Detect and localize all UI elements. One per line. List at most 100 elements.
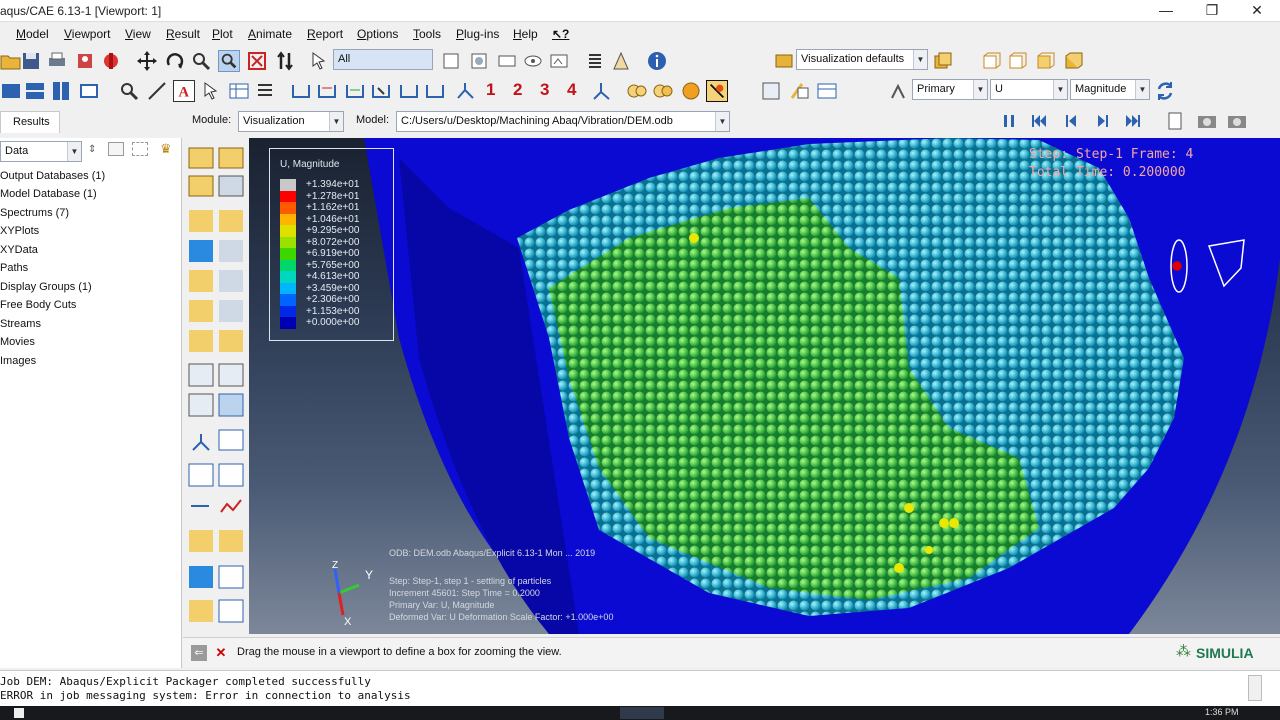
tree-item-display-groups[interactable]: Display Groups (1) <box>0 281 92 293</box>
tile-horizontal-icon[interactable] <box>24 80 46 102</box>
auto-fit-icon[interactable] <box>246 50 268 72</box>
view-side-icon[interactable] <box>1062 50 1084 72</box>
menu-result[interactable]: Result <box>166 27 200 41</box>
step-2-button[interactable]: 2 <box>513 80 522 100</box>
camera-icon[interactable] <box>1196 110 1218 132</box>
model-combo[interactable]: C:/Users/u/Desktop/Machining Abaq/Vibrat… <box>396 111 730 132</box>
lightbulb-icon[interactable]: ♛ <box>160 141 172 157</box>
pause-icon[interactable] <box>998 110 1020 132</box>
output-type-combo[interactable]: Primary ▼ <box>912 79 988 100</box>
menu-view[interactable]: View <box>125 27 151 41</box>
context-help-icon[interactable]: ↖? <box>552 27 569 41</box>
view-top-icon[interactable] <box>1034 50 1056 72</box>
tree-filter-combo[interactable]: Data ▼ <box>0 141 82 162</box>
sort-arrows-icon[interactable]: ⇕ <box>88 144 96 155</box>
selection-options-icon[interactable] <box>496 50 518 72</box>
symbol-plot-icon[interactable] <box>370 80 392 102</box>
next-frame-icon[interactable] <box>1092 110 1114 132</box>
menu-report[interactable]: Report <box>307 27 343 41</box>
material-orientation-icon[interactable] <box>398 80 420 102</box>
tree-item-streams[interactable]: Streams <box>0 318 41 330</box>
refresh-icon[interactable] <box>1154 80 1176 102</box>
menu-help[interactable]: Help <box>513 27 538 41</box>
last-frame-icon[interactable] <box>1122 110 1144 132</box>
shaded-icon[interactable] <box>680 80 702 102</box>
annotate-text-icon[interactable]: A <box>173 80 195 102</box>
tree-item-xyplots[interactable]: XYPlots <box>0 225 39 237</box>
contour-plot-icon[interactable] <box>344 80 366 102</box>
tree-item-movies[interactable]: Movies <box>0 336 35 348</box>
first-frame-icon[interactable] <box>1028 110 1050 132</box>
step-3-button[interactable]: 3 <box>540 80 549 100</box>
deformed-shape-icon[interactable] <box>316 80 338 102</box>
menu-model[interactable]: Model <box>16 27 49 41</box>
allow-multiple-plots-icon[interactable] <box>424 80 446 102</box>
module-combo[interactable]: Visualization ▼ <box>238 111 344 132</box>
view-iso-icon[interactable] <box>980 50 1002 72</box>
show-icon[interactable] <box>522 50 544 72</box>
superimpose-icon[interactable] <box>932 50 954 72</box>
step-frame-icon[interactable] <box>816 80 838 102</box>
selection-filter-combo[interactable]: All <box>333 49 433 70</box>
tree-item-model-database[interactable]: Model Database (1) <box>0 188 97 200</box>
minimize-button[interactable]: — <box>1143 0 1189 22</box>
field-output-icon[interactable] <box>788 80 810 102</box>
pan-icon[interactable] <box>136 50 158 72</box>
variable-combo[interactable]: U ▼ <box>990 79 1068 100</box>
open-folder-icon[interactable] <box>0 50 22 72</box>
tree-item-xydata[interactable]: XYData <box>0 244 38 256</box>
rotate-icon[interactable] <box>164 50 186 72</box>
tree-item-output-databases[interactable]: Output Databases (1) <box>0 170 105 182</box>
menu-viewport[interactable]: Viewport <box>64 27 110 41</box>
back-arrow-icon[interactable]: ⇐ <box>191 645 207 661</box>
visualization-defaults-combo[interactable]: Visualization defaults ▼ <box>796 49 928 70</box>
save-icon[interactable] <box>20 50 42 72</box>
step-4-button[interactable]: 4 <box>567 80 576 100</box>
tree-expand-icon[interactable] <box>108 142 124 156</box>
layout-icon[interactable] <box>0 80 22 102</box>
tree-item-spectrums[interactable]: Spectrums (7) <box>0 207 69 219</box>
cancel-x-icon[interactable]: ✕ <box>213 645 229 661</box>
arrow-icon[interactable] <box>200 80 222 102</box>
results-tab[interactable]: Results <box>0 111 60 133</box>
layers-icon[interactable] <box>610 50 632 72</box>
invariant-combo[interactable]: Magnitude ▼ <box>1070 79 1150 100</box>
list-icon[interactable] <box>584 50 606 72</box>
selection-box-icon[interactable] <box>440 50 462 72</box>
job-icon[interactable] <box>74 50 96 72</box>
previous-frame-icon[interactable] <box>1060 110 1082 132</box>
tree-item-images[interactable]: Images <box>0 355 36 367</box>
movie-camera-icon[interactable] <box>1226 110 1248 132</box>
magnify-icon[interactable] <box>190 50 212 72</box>
coordinate-system-icon[interactable] <box>590 80 612 102</box>
menu-plot[interactable]: Plot <box>212 27 233 41</box>
tile-vertical-icon[interactable] <box>50 80 72 102</box>
taskbar-app-abaqus[interactable] <box>620 707 664 719</box>
box-zoom-icon[interactable] <box>218 50 240 72</box>
selection-region-icon[interactable] <box>468 50 490 72</box>
toolbox-icon-grid[interactable] <box>188 147 244 623</box>
query-icon[interactable] <box>100 50 122 72</box>
step-1-button[interactable]: 1 <box>486 80 495 100</box>
cascade-icon[interactable] <box>78 80 100 102</box>
measure-icon[interactable] <box>146 80 168 102</box>
menu-tools[interactable]: Tools <box>413 27 441 41</box>
windows-start-icon[interactable] <box>14 708 24 718</box>
maximize-button[interactable]: ❐ <box>1189 0 1235 22</box>
viewport[interactable]: U, Magnitude +1.394e+01 +1.278e+01 +1.162e… <box>249 138 1280 634</box>
list-detail-icon[interactable] <box>254 80 276 102</box>
menu-animate[interactable]: Animate <box>248 27 292 41</box>
close-button[interactable]: ✕ <box>1234 0 1280 22</box>
render-style-icon[interactable] <box>626 80 648 102</box>
print-icon[interactable] <box>46 50 68 72</box>
tree-item-free-body-cuts[interactable]: Free Body Cuts <box>0 299 76 311</box>
tree-collapse-icon[interactable] <box>132 142 148 156</box>
common-options-icon[interactable] <box>760 80 782 102</box>
animation-options-icon[interactable] <box>1164 110 1186 132</box>
display-group-icon[interactable] <box>548 50 570 72</box>
menu-options[interactable]: Options <box>357 27 398 41</box>
hidden-lines-icon[interactable] <box>652 80 674 102</box>
view-front-icon[interactable] <box>1006 50 1028 72</box>
wireframe-toggle-icon[interactable] <box>706 80 728 102</box>
menu-plugins[interactable]: Plug-ins <box>456 27 499 41</box>
